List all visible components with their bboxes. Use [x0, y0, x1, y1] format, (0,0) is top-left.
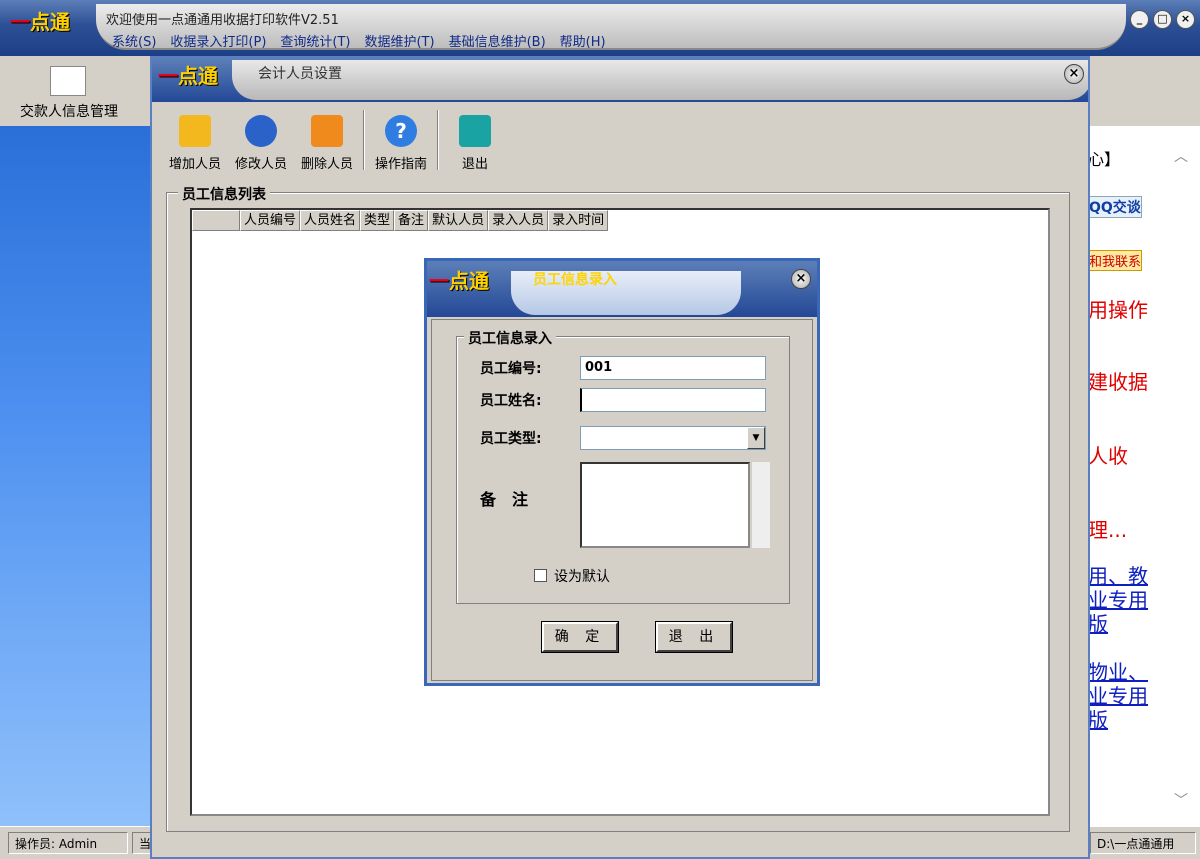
employee-list-label: 员工信息列表 [178, 184, 270, 204]
note-textarea[interactable] [580, 462, 750, 548]
ok-button[interactable]: 确 定 [541, 621, 619, 653]
right-info-pane: 心】 QQ交谈 和我联系 用操作 建收据 人收 理... 用、教 业专用 版 物… [1086, 126, 1200, 826]
column-header[interactable]: 录入人员 [488, 210, 549, 231]
edit-person-label: 修改人员 [234, 157, 287, 172]
menu-bar: 系统(S) 收据录入打印(P) 查询统计(T) 数据维护(T) 基础信息维护(B… [112, 31, 606, 50]
employee-entry-dialog: 一点通 员工信息录入 × 员工信息录入 员工编号: 001 员工姓名: 员工类型… [424, 258, 820, 686]
app-title: 欢迎使用一点通通用收据打印软件V2.51 [106, 13, 339, 28]
menu-base-info[interactable]: 基础信息维护(B) [449, 31, 546, 50]
delete-person-button[interactable]: 删除人员 [294, 106, 360, 176]
exit-door-icon [459, 115, 491, 147]
employee-id-label: 员工编号: [480, 361, 542, 377]
chevron-down-icon[interactable]: ▼ [747, 427, 765, 449]
default-label: 设为默认 [554, 569, 610, 585]
employee-name-field[interactable] [580, 388, 766, 412]
toolbar: 增加人员 修改人员 删除人员 ? 操作指南 退出 [162, 106, 508, 176]
right-pane-text: 心】 [1088, 150, 1121, 169]
delete-person-label: 删除人员 [300, 157, 353, 172]
child-title-bar: 一点通 会计人员设置 × [152, 58, 1088, 102]
right-pane-link[interactable]: 用操作 [1088, 294, 1148, 323]
contact-link[interactable]: 和我联系 [1088, 250, 1143, 271]
add-person-label: 增加人员 [168, 157, 221, 172]
operator-status: 操作员: Admin [8, 832, 128, 854]
column-header[interactable]: 录入时间 [548, 210, 609, 231]
path-status: D:\一点通通用 [1090, 832, 1196, 854]
child-logo: 一点通 [158, 64, 218, 88]
scroll-down-icon[interactable]: ﹀ [1174, 790, 1188, 810]
menu-data-maintenance[interactable]: 数据维护(T) [364, 31, 434, 50]
close-button[interactable]: × [1176, 10, 1195, 29]
toolbar-separator [437, 110, 439, 170]
employee-id-field[interactable]: 001 [580, 356, 766, 380]
column-header[interactable]: 默认人员 [428, 210, 489, 231]
menu-receipt-print[interactable]: 收据录入打印(P) [170, 31, 266, 50]
add-person-icon [179, 115, 211, 147]
column-header[interactable] [192, 210, 240, 231]
scroll-up-icon[interactable]: ︿ [1174, 146, 1188, 166]
current-status: 当 [132, 832, 152, 854]
dialog-body: 员工信息录入 员工编号: 001 员工姓名: 员工类型: ▼ 备 注 设为默认 … [431, 319, 813, 681]
dialog-close-button[interactable]: × [791, 269, 811, 289]
exit-label: 退出 [461, 157, 488, 172]
employee-type-label: 员工类型: [480, 431, 542, 447]
employee-name-label: 员工姓名: [480, 393, 542, 409]
exit-button[interactable]: 退出 [442, 106, 508, 176]
column-header[interactable]: 人员编号 [240, 210, 301, 231]
right-pane-link[interactable]: 建收据 [1088, 366, 1148, 395]
main-title-bar: 一点通 欢迎使用一点通通用收据打印软件V2.51 系统(S) 收据录入打印(P)… [0, 0, 1200, 56]
left-nav: 交款人信息管理 [0, 56, 150, 126]
child-close-button[interactable]: × [1064, 64, 1084, 84]
note-label: 备 注 [480, 490, 529, 509]
right-pane-link[interactable]: 理... [1088, 514, 1127, 543]
dialog-title-bar: 一点通 员工信息录入 × [427, 261, 817, 317]
child-title: 会计人员设置 [258, 66, 342, 82]
help-guide-label: 操作指南 [374, 157, 427, 172]
menu-help[interactable]: 帮助(H) [560, 31, 606, 50]
entry-group-label: 员工信息录入 [464, 328, 556, 348]
dialog-title: 员工信息录入 [533, 272, 617, 288]
nav-item-payer-info[interactable]: 交款人信息管理 [20, 101, 118, 121]
right-pane-link[interactable]: 版 [1088, 608, 1108, 637]
child-title-panel [232, 60, 1088, 100]
delete-person-icon [311, 115, 343, 147]
menu-query-stats[interactable]: 查询统计(T) [280, 31, 350, 50]
column-header[interactable]: 人员姓名 [300, 210, 361, 231]
cancel-button[interactable]: 退 出 [655, 621, 733, 653]
column-header[interactable]: 备注 [394, 210, 429, 231]
minimize-button[interactable]: _ [1130, 10, 1149, 29]
toolbar-separator [363, 110, 365, 170]
help-guide-button[interactable]: ? 操作指南 [368, 106, 434, 176]
note-scrollbar[interactable] [752, 462, 770, 548]
employee-type-select[interactable]: ▼ [580, 426, 766, 450]
edit-person-button[interactable]: 修改人员 [228, 106, 294, 176]
column-header[interactable]: 类型 [360, 210, 395, 231]
help-icon: ? [385, 115, 417, 147]
menu-system[interactable]: 系统(S) [112, 31, 156, 50]
payer-info-icon[interactable] [50, 66, 86, 96]
qq-chat-link[interactable]: QQ交谈 [1088, 196, 1142, 218]
list-header: 人员编号 人员姓名 类型 备注 默认人员 录入人员 录入时间 [192, 210, 609, 231]
default-checkbox[interactable] [534, 569, 547, 582]
add-person-button[interactable]: 增加人员 [162, 106, 228, 176]
restore-button[interactable]: □ [1153, 10, 1172, 29]
dialog-logo: 一点通 [429, 269, 489, 293]
right-pane-link[interactable]: 人收 [1088, 440, 1128, 469]
edit-person-icon [245, 115, 277, 147]
desktop-background [0, 126, 152, 826]
right-pane-link[interactable]: 版 [1088, 704, 1108, 733]
app-logo: 一点通 [10, 10, 70, 34]
